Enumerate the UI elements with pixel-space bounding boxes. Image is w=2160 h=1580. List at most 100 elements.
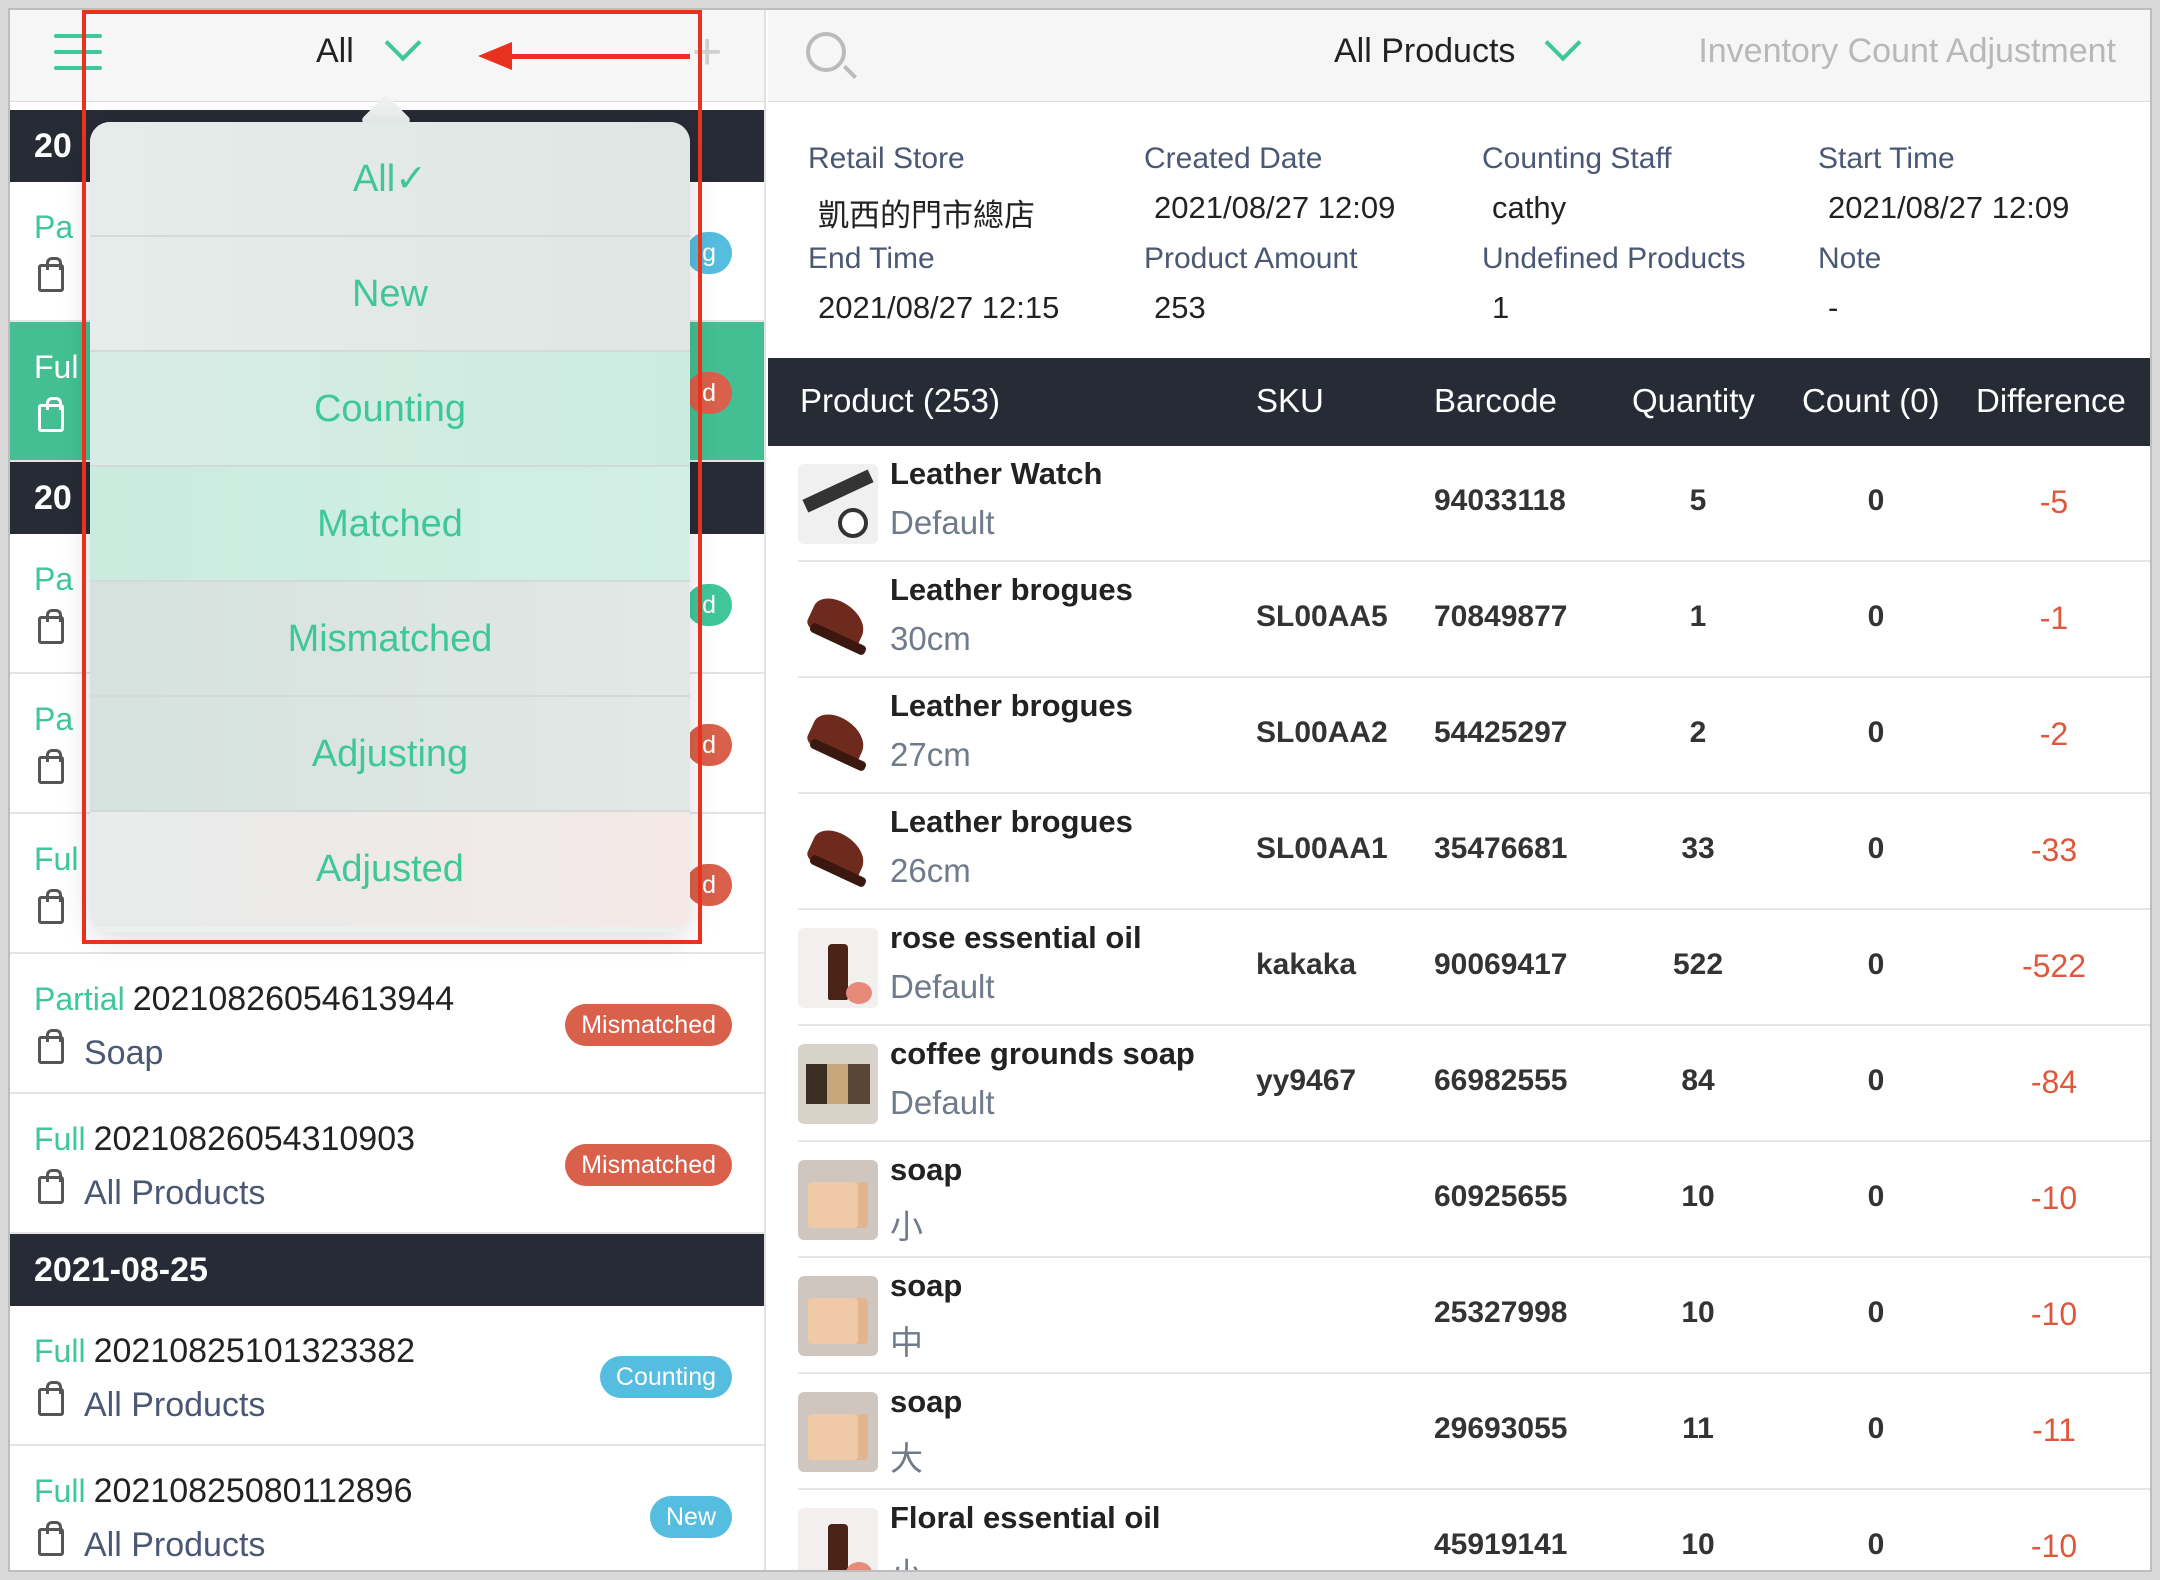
product-variant: 30cm [890, 620, 971, 657]
table-row[interactable]: soap 中 25327998 10 0 -10 [798, 1258, 2150, 1374]
product-count: 0 [1867, 832, 1885, 865]
product-quantity: 10 [1681, 1528, 1715, 1561]
table-row[interactable]: soap 小 60925655 10 0 -10 [798, 1142, 2150, 1258]
count-list-item[interactable]: Partial 20210826054613944 Soap Mismatched [10, 954, 764, 1094]
table-row[interactable]: rose essential oil Default kakaka 90069417 5… [798, 910, 2150, 1026]
column-difference[interactable]: Difference [1976, 382, 2126, 420]
product-amount-value: 253 [1154, 290, 1206, 325]
count-type-label: Pa [34, 701, 74, 737]
product-difference: -1 [2039, 600, 2069, 636]
column-count[interactable]: Count (0) [1802, 382, 1940, 420]
note-label: Note [1818, 242, 1882, 275]
count-code: 20210825080112896 [93, 1472, 413, 1510]
product-count: 0 [1867, 1528, 1885, 1561]
product-barcode: 54425297 [1434, 716, 1568, 749]
product-sku: kakaka [1256, 948, 1357, 981]
inventory-count-adjustment-button[interactable]: Inventory Count Adjustment [1698, 32, 2116, 71]
status-badge: Counting [599, 1356, 732, 1398]
product-variant: 小 [890, 1208, 923, 1245]
product-name: rose essential oil [890, 920, 1142, 955]
product-barcode: 60925655 [1434, 1180, 1568, 1213]
count-scope: All Products [84, 1526, 266, 1564]
product-scope-dropdown[interactable]: All Products [1334, 32, 1515, 71]
end-time-value: 2021/08/27 12:15 [818, 290, 1060, 325]
product-barcode: 29693055 [1434, 1412, 1568, 1445]
product-difference: -33 [2030, 832, 2078, 868]
product-thumbnail [798, 1276, 878, 1356]
product-difference: -522 [2021, 948, 2087, 984]
created-date-value: 2021/08/27 12:09 [1154, 190, 1396, 225]
product-count: 0 [1867, 1412, 1885, 1445]
product-difference: -11 [2032, 1412, 2076, 1448]
product-count: 0 [1867, 1180, 1885, 1213]
product-quantity: 10 [1681, 1296, 1715, 1329]
count-list-item[interactable]: Full 20210825080112896 All Products New [10, 1446, 764, 1570]
product-count: 0 [1867, 1296, 1885, 1329]
counting-staff-label: Counting Staff [1482, 142, 1672, 175]
search-icon[interactable] [806, 32, 846, 72]
chevron-down-icon[interactable] [1544, 24, 1582, 62]
count-code: 20210826054310903 [93, 1120, 416, 1158]
product-scope-label: All Products [1334, 32, 1516, 70]
product-barcode: 94033118 [1434, 484, 1566, 517]
table-header: Product (253) SKU Barcode Quantity Count… [768, 358, 2150, 446]
product-barcode: 45919141 [1434, 1528, 1568, 1561]
start-time-label: Start Time [1818, 142, 1955, 175]
count-info: Retail Store 凱西的門市總店 Created Date 2021/0… [768, 102, 2150, 358]
table-row[interactable]: Leather brogues 26cm SL00AA1 35476681 33 0 -33 [798, 794, 2150, 910]
product-difference: -84 [2030, 1064, 2078, 1100]
product-barcode: 70849877 [1434, 600, 1568, 633]
column-barcode[interactable]: Barcode [1434, 382, 1557, 420]
table-row[interactable]: Leather brogues 30cm SL00AA5 70849877 1 0 -1 [798, 562, 2150, 678]
count-type-label: Ful [34, 841, 79, 877]
count-type-label: Full 20210826054310903 [34, 1120, 416, 1158]
count-type-label: Pa [34, 209, 74, 245]
product-thumbnail [798, 812, 878, 892]
column-quantity[interactable]: Quantity [1632, 382, 1755, 420]
shopping-bag-icon [38, 1029, 64, 1064]
count-type-label: Pa [34, 561, 74, 597]
product-difference: -2 [2039, 716, 2069, 752]
count-list-item[interactable]: Full 20210825101323382 All Products Countin… [10, 1306, 764, 1446]
product-quantity: 84 [1681, 1064, 1715, 1097]
product-count: 0 [1867, 600, 1885, 633]
count-list-panel: All + 20 20 2021-08-25 Pa g Ful d Pa d Pa d Ful d Par… [10, 10, 766, 1570]
product-barcode: 35476681 [1434, 832, 1568, 865]
table-row[interactable]: soap 大 29693055 11 0 -11 [798, 1374, 2150, 1490]
date-section-header: 2021-08-25 [10, 1234, 764, 1306]
product-thumbnail [798, 1508, 878, 1570]
count-code: 20210826054613944 [132, 980, 455, 1018]
count-scope: All Products [84, 1174, 266, 1212]
annotation-arrow-icon [478, 42, 512, 70]
product-barcode: 90069417 [1434, 948, 1568, 981]
count-list-item[interactable]: Full 20210826054310903 All Products Mismatc… [10, 1094, 764, 1234]
product-name: Leather brogues [890, 804, 1133, 839]
column-product[interactable]: Product (253) [800, 382, 1000, 420]
product-amount-label: Product Amount [1144, 242, 1358, 275]
shopping-bag-icon [38, 889, 64, 924]
product-name: coffee grounds soap [890, 1036, 1195, 1071]
product-sku: SL00AA1 [1256, 832, 1388, 865]
right-toolbar: All Products Inventory Count Adjustment [768, 10, 2150, 102]
product-difference: -5 [2039, 484, 2069, 520]
note-value: - [1828, 290, 1839, 325]
product-difference: -10 [2030, 1296, 2078, 1332]
product-count: 0 [1867, 716, 1885, 749]
table-row[interactable]: Leather Watch Default 94033118 5 0 -5 [798, 446, 2150, 562]
count-scope: Soap [84, 1034, 164, 1072]
counting-staff-value: cathy [1492, 190, 1567, 225]
table-row[interactable]: Floral essential oil 小 45919141 10 0 -10 [798, 1490, 2150, 1570]
undefined-products-label: Undefined Products [1482, 242, 1746, 275]
column-sku[interactable]: SKU [1256, 382, 1324, 420]
table-row[interactable]: coffee grounds soap Default yy9467 66982555… [798, 1026, 2150, 1142]
product-variant: Default [890, 968, 995, 1005]
undefined-products-value: 1 [1492, 290, 1510, 325]
product-barcode: 25327998 [1434, 1296, 1568, 1329]
product-name: soap [890, 1152, 963, 1187]
annotation-arrow-line [510, 54, 690, 59]
product-count: 0 [1867, 484, 1885, 517]
status-badge: Mismatched [565, 1004, 732, 1046]
product-variant: 中 [890, 1324, 923, 1361]
start-time-value: 2021/08/27 12:09 [1828, 190, 2070, 225]
table-row[interactable]: Leather brogues 27cm SL00AA2 54425297 2 0 -2 [798, 678, 2150, 794]
